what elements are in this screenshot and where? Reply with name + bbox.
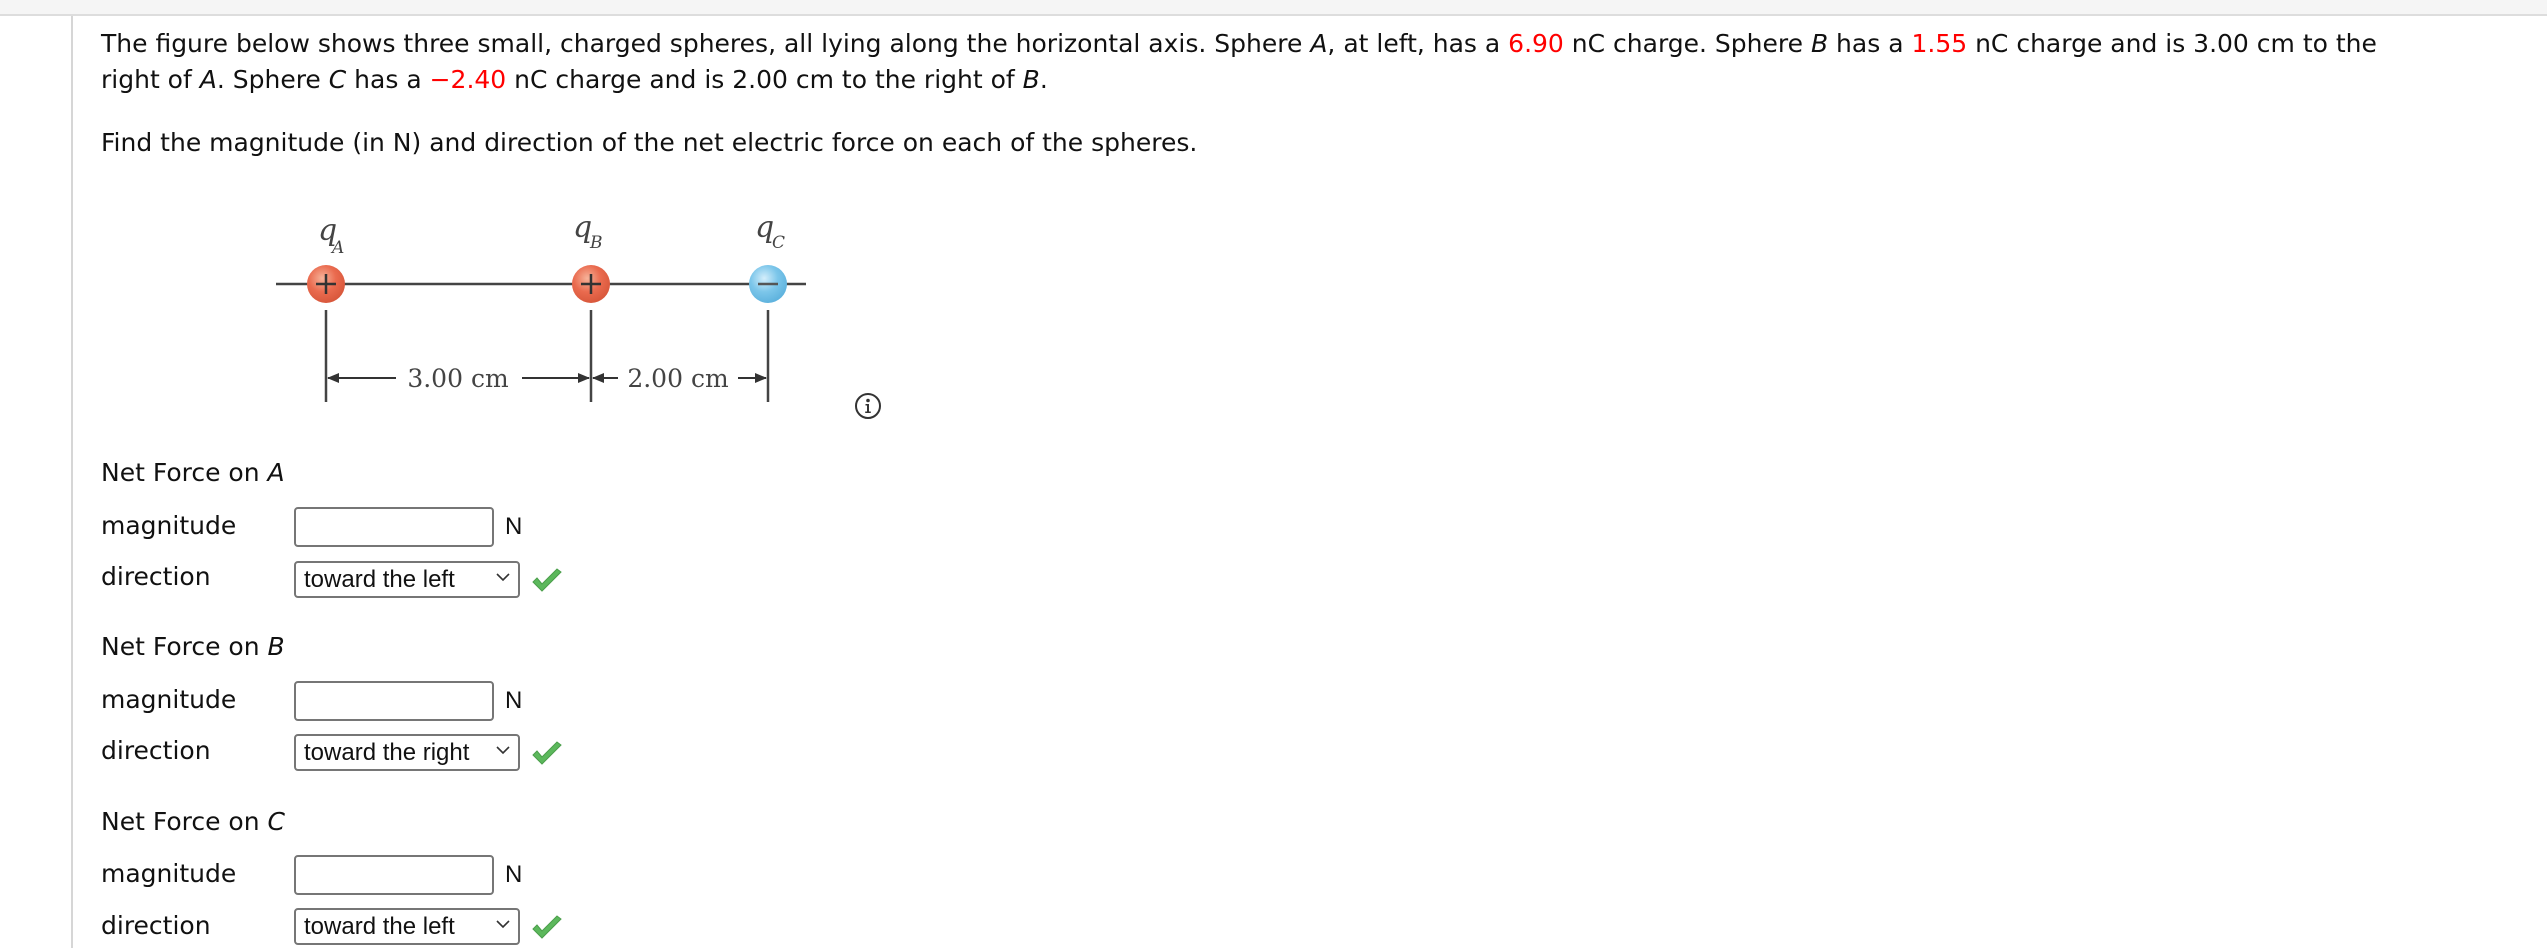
problem-text-segment: B (1810, 29, 1829, 58)
dimension-label-ab: 3.00 cm (407, 364, 509, 393)
check-icon (532, 741, 562, 765)
section-title-force-c: Net Force on C (101, 807, 285, 837)
problem-text-segment: The figure below shows three small, char… (101, 29, 1311, 58)
problem-text-segment: A (199, 65, 217, 94)
charge-value: 6.90 (1508, 29, 1564, 58)
magnitude-input-a[interactable] (294, 507, 494, 547)
problem-text-line-2: right of A. Sphere C has a −2.40 nC char… (101, 65, 1048, 95)
section-title-var: A (267, 458, 285, 487)
sphere-c (749, 265, 787, 303)
check-icon (532, 915, 562, 939)
unit-label-b: N (505, 687, 523, 714)
label-q-b: q B (573, 210, 603, 253)
sphere-b (572, 265, 610, 303)
magnitude-label-a: magnitude (101, 511, 237, 540)
direction-label-c: direction (101, 911, 211, 940)
chevron-down-icon (496, 573, 510, 582)
direction-select-value: toward the left (304, 566, 455, 593)
unit-label-c: N (505, 861, 523, 888)
check-icon (532, 568, 562, 592)
magnitude-input-c[interactable] (294, 855, 494, 895)
problem-text-segment: B (1022, 65, 1040, 94)
label-q-a: q A (318, 213, 344, 258)
problem-text-segment: nC charge and is 2.00 cm to the right of (506, 65, 1023, 94)
problem-text-segment: . (1039, 65, 1048, 94)
direction-select-value: toward the right (304, 739, 470, 766)
svg-text:C: C (772, 233, 785, 253)
label-q-c: q C (755, 210, 785, 253)
direction-label-b: direction (101, 736, 211, 765)
sphere-a (307, 265, 345, 303)
charge-value: 1.55 (1911, 29, 1968, 58)
problem-text-segment: , at left, has a (1327, 29, 1509, 58)
top-bar (0, 0, 2547, 16)
problem-text-line-1: The figure below shows three small, char… (101, 29, 2377, 59)
magnitude-label-b: magnitude (101, 685, 237, 714)
charge-value: −2.40 (429, 65, 507, 94)
direction-select-a[interactable]: toward the left (294, 561, 520, 598)
charges-figure: 3.00 cm 2.00 cm q A q B q C (260, 200, 880, 420)
problem-text-segment: C (328, 65, 347, 94)
problem-text-segment: right of (101, 65, 200, 94)
direction-select-c[interactable]: toward the left (294, 908, 520, 945)
section-title-force-b: Net Force on B (101, 632, 285, 662)
left-divider (71, 16, 73, 948)
section-title-var: B (267, 632, 285, 661)
section-title-prefix: Net Force on (101, 632, 268, 661)
problem-text-segment: A (1310, 29, 1328, 58)
problem-text-segment: nC charge. Sphere (1563, 29, 1811, 58)
problem-text-segment: nC charge and is 3.00 cm to the (1967, 29, 2377, 58)
direction-select-value: toward the left (304, 913, 455, 940)
section-title-prefix: Net Force on (101, 807, 268, 836)
direction-label-a: direction (101, 562, 211, 591)
problem-text-segment: has a (1828, 29, 1912, 58)
magnitude-input-b[interactable] (294, 681, 494, 721)
svg-text:B: B (589, 233, 603, 253)
section-title-var: C (267, 807, 285, 836)
svg-text:A: A (330, 238, 344, 258)
magnitude-label-c: magnitude (101, 859, 237, 888)
chevron-down-icon (496, 746, 510, 755)
dimension-label-bc: 2.00 cm (627, 364, 729, 393)
chevron-down-icon (496, 920, 510, 929)
direction-select-b[interactable]: toward the right (294, 734, 520, 771)
section-title-prefix: Net Force on (101, 458, 268, 487)
problem-text-segment: has a (346, 65, 430, 94)
unit-label-a: N (505, 513, 523, 540)
section-title-force-a: Net Force on A (101, 458, 285, 488)
info-icon[interactable] (854, 392, 882, 420)
problem-text-segment: . Sphere (216, 65, 329, 94)
instruction-text: Find the magnitude (in N) and direction … (101, 128, 1198, 157)
